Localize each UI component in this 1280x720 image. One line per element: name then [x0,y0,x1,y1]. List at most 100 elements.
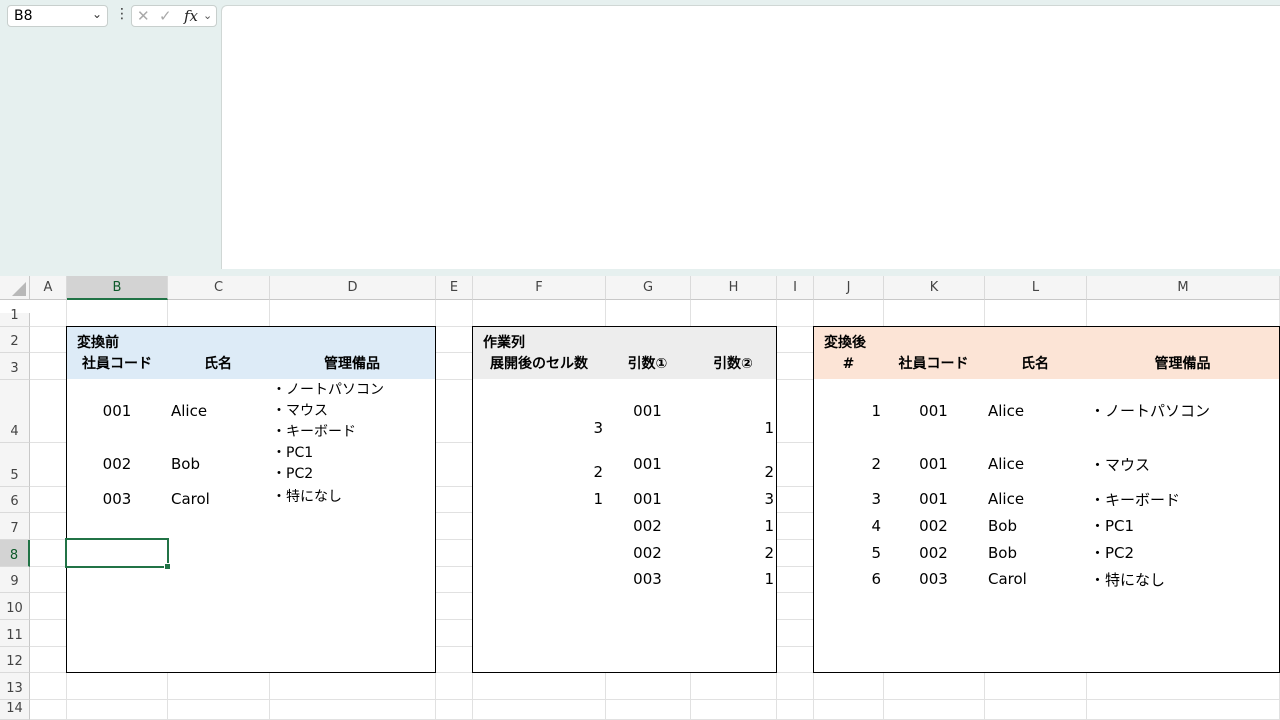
empty-cell[interactable] [167,566,270,593]
table-after-cell[interactable]: 1 [813,379,884,443]
table-row-items[interactable]: ・特になし [269,486,436,513]
row-header-7[interactable]: 7 [0,513,30,540]
empty-cell[interactable] [66,619,168,647]
table-after-cell[interactable]: ・ノートパソコン [1086,379,1280,443]
empty-cell[interactable] [66,566,168,593]
column-header-i[interactable]: I [777,276,814,300]
table-row-code[interactable]: 002 [66,442,168,487]
empty-cell[interactable] [66,512,168,540]
table-before-header[interactable]: 管理備品 [269,352,436,380]
table-before-header[interactable]: 社員コード [66,352,168,380]
table-after-cell[interactable]: 001 [883,486,985,513]
empty-cell[interactable] [269,619,436,647]
empty-cell[interactable] [167,512,270,540]
insert-function-icon[interactable]: fx [184,7,198,25]
empty-cell[interactable] [167,539,270,567]
table-work-title[interactable]: 作業列 [472,326,777,353]
column-header-g[interactable]: G [606,276,691,300]
table-after-cell[interactable]: Carol [984,566,1087,593]
table-after-cell[interactable]: Alice [984,442,1087,487]
table-work-cell[interactable]: 3 [472,379,606,443]
table-after-cell[interactable]: 002 [883,539,985,567]
empty-cell[interactable] [167,646,270,673]
table-after-header[interactable]: 氏名 [984,352,1087,380]
row-header-13[interactable]: 13 [0,673,30,700]
row-header-10[interactable]: 10 [0,593,30,620]
empty-cell[interactable] [813,619,884,647]
table-work-cell[interactable]: 1 [690,379,777,443]
column-header-d[interactable]: D [270,276,436,300]
table-work-header[interactable]: 引数② [690,352,777,380]
row-header-11[interactable]: 11 [0,620,30,647]
table-after-cell[interactable]: Bob [984,539,1087,567]
table-row-items[interactable]: ・PC1 ・PC2 [269,442,436,487]
table-work-cell[interactable]: 3 [690,486,777,513]
table-before-header[interactable]: 氏名 [167,352,270,380]
table-work-cell[interactable] [472,566,606,593]
empty-cell[interactable] [813,592,884,620]
row-header-12[interactable]: 12 [0,647,30,673]
empty-cell[interactable] [269,646,436,673]
column-header-c[interactable]: C [168,276,270,300]
table-work-cell[interactable]: 002 [605,539,691,567]
empty-cell[interactable] [269,539,436,567]
row-header-14[interactable]: 14 [0,700,30,720]
empty-cell[interactable] [605,619,691,647]
table-after-cell[interactable]: ・キーボード [1086,486,1280,513]
table-after-cell[interactable]: ・特になし [1086,566,1280,593]
chevron-down-icon[interactable]: ⌄ [203,9,212,22]
row-header-4[interactable]: 4 [0,380,30,443]
table-after-header[interactable]: 管理備品 [1086,352,1280,380]
table-after-cell[interactable]: Alice [984,379,1087,443]
empty-cell[interactable] [984,619,1087,647]
row-header-9[interactable]: 9 [0,567,30,593]
table-after-title[interactable]: 変換後 [813,326,1280,353]
table-after-cell[interactable]: 6 [813,566,884,593]
table-after-cell[interactable]: 002 [883,512,985,540]
row-header-3[interactable]: 3 [0,353,30,380]
table-after-header[interactable]: # [813,352,884,380]
empty-cell[interactable] [984,646,1087,673]
empty-cell[interactable] [167,592,270,620]
empty-cell[interactable] [269,512,436,540]
column-header-b[interactable]: B [67,276,168,300]
column-header-e[interactable]: E [436,276,473,300]
table-row-code[interactable]: 003 [66,486,168,513]
row-header-6[interactable]: 6 [0,487,30,513]
column-header-j[interactable]: J [814,276,884,300]
table-after-cell[interactable]: 001 [883,442,985,487]
table-after-cell[interactable]: ・PC2 [1086,539,1280,567]
table-work-cell[interactable]: 2 [472,442,606,487]
table-after-cell[interactable]: Alice [984,486,1087,513]
row-header-5[interactable]: 5 [0,443,30,487]
table-before-title[interactable]: 変換前 [66,326,436,353]
table-work-cell[interactable]: 002 [605,512,691,540]
row-header-1[interactable]: 1 [0,308,30,327]
table-after-cell[interactable]: Bob [984,512,1087,540]
table-work-cell[interactable]: 001 [605,486,691,513]
empty-cell[interactable] [690,592,777,620]
table-work-cell[interactable]: 2 [690,539,777,567]
table-work-cell[interactable]: 001 [605,379,691,443]
table-after-cell[interactable]: 4 [813,512,884,540]
spreadsheet-grid[interactable]: ABCDEFGHIJKLM 1 2 3 4 5 6 7 8 9 10 11 12 13 14 変換前 社員コ… [0,276,1280,720]
table-work-cell[interactable]: 2 [690,442,777,487]
table-after-cell[interactable]: 003 [883,566,985,593]
table-after-cell[interactable]: 2 [813,442,884,487]
empty-cell[interactable] [472,592,606,620]
more-options-icon[interactable]: ⋮ [115,6,129,22]
empty-cell[interactable] [472,646,606,673]
table-work-cell[interactable] [472,512,606,540]
table-work-cell[interactable] [472,539,606,567]
table-after-cell[interactable]: ・PC1 [1086,512,1280,540]
table-work-cell[interactable]: 1 [690,512,777,540]
table-work-header[interactable]: 引数① [605,352,691,380]
empty-cell[interactable] [66,646,168,673]
empty-cell[interactable] [883,646,985,673]
column-header-k[interactable]: K [884,276,985,300]
table-after-cell[interactable]: 001 [883,379,985,443]
cancel-icon[interactable]: ✕ [137,7,150,25]
empty-cell[interactable] [472,619,606,647]
empty-cell[interactable] [1086,646,1280,673]
empty-cell[interactable] [167,619,270,647]
